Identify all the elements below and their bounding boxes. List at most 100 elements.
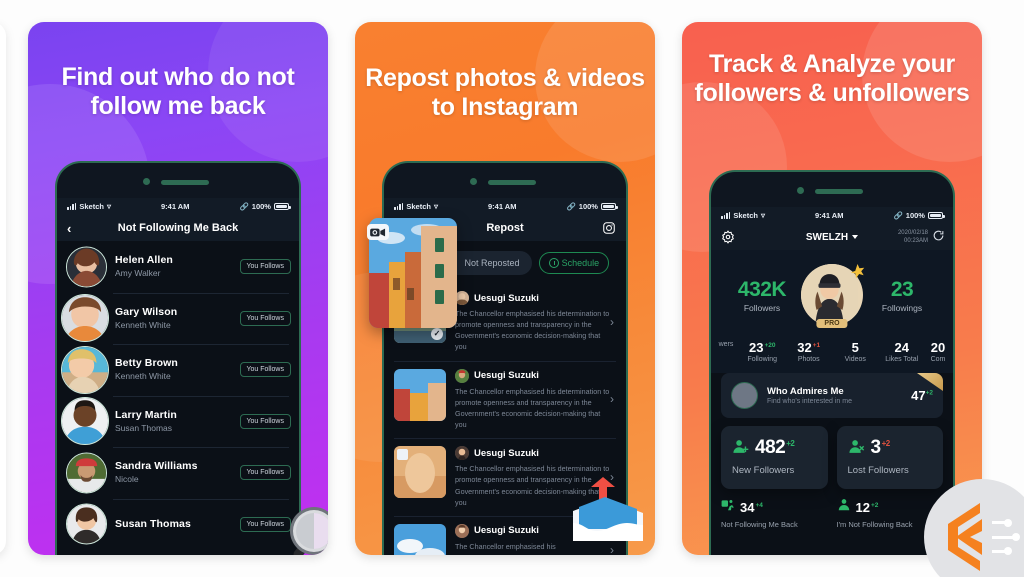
chevron-down-icon [852, 235, 859, 239]
mini-label: Likes Total [885, 356, 919, 363]
mini-label: Photos [797, 356, 820, 363]
user-name: Susan Thomas [115, 518, 191, 531]
list-item[interactable]: Sandra Williams Nicole You Follows [57, 447, 299, 499]
who-admires-me-card[interactable]: Who Admires Me Find who's interested in … [721, 373, 943, 418]
mini-stat[interactable]: 23+20 Following [739, 340, 786, 363]
card-top: 3+2 [848, 437, 933, 459]
followers-stat[interactable]: 432K Followers [725, 278, 799, 313]
new-followers-delta: +2 [786, 438, 795, 448]
phone-notch [57, 163, 299, 198]
user-list: Helen Allen Amy Walker You Follows Gary … [57, 241, 299, 555]
status-time: 9:41 AM [487, 202, 517, 211]
panel-repost: Repost photos & videos to Instagram Sket… [355, 22, 655, 555]
schedule-button[interactable]: Schedule [538, 252, 610, 274]
new-followers-label: New Followers [732, 465, 795, 476]
mini-value: 5 [851, 340, 859, 355]
mini-label: Videos [844, 356, 866, 363]
status-bar: Sketch ▿ 9:41 AM 🔗 100% [384, 198, 626, 215]
status-badge: You Follows [239, 362, 291, 378]
mini-stat[interactable]: 5 Videos [832, 340, 879, 363]
status-badge: You Follows [239, 413, 291, 429]
not-following-label: Not Following Me Back [721, 520, 798, 529]
battery-percent: 100% [905, 211, 925, 220]
reposted-check-icon: ✓ [431, 328, 443, 340]
speaker-bar-icon [815, 189, 863, 194]
post-thumbnail [394, 368, 446, 421]
instagram-icon[interactable] [602, 221, 616, 235]
battery-percent: 100% [251, 202, 271, 211]
avatar [731, 382, 758, 409]
post-text: The Chancellor emphasised his determinat… [455, 309, 610, 352]
chevron-right-icon[interactable]: › [610, 315, 614, 329]
signal-bars-icon [394, 203, 404, 210]
status-right: 🔗 100% [566, 202, 618, 211]
tab-not-reposted[interactable]: Not Reposted [455, 253, 530, 273]
phone-notch [711, 172, 953, 207]
big-card-grid: 482+2 New Followers 3+2 Lost Followers [711, 426, 953, 489]
mini-stats-row: wers 23+20 Following 32+1 Photos 5 Video… [711, 334, 953, 373]
list-item[interactable]: Uesugi Suzuki The Chancellor emphasised … [394, 360, 626, 439]
person-add-icon [732, 438, 749, 458]
list-item[interactable]: Susan Thomas You Follows [57, 498, 299, 551]
author-avatar [455, 291, 469, 305]
video-camera-icon [367, 224, 389, 240]
bluetooth-icon: 🔗 [566, 202, 576, 211]
wifi-icon: ▿ [760, 211, 765, 220]
camera-dot-icon [797, 187, 804, 194]
mini-stat[interactable]: 20 Com [925, 340, 951, 363]
author-name: Uesugi Suzuki [474, 525, 539, 537]
author-name: Uesugi Suzuki [474, 370, 539, 382]
post-author: Uesugi Suzuki [455, 291, 612, 305]
watermark-badge [924, 479, 1024, 577]
speaker-bar-icon [161, 180, 209, 185]
lost-followers-delta: +2 [881, 438, 891, 448]
mini-delta: +20 [764, 341, 776, 349]
not-following-value: 34+4 [740, 500, 763, 515]
back-chevron-left-icon[interactable]: ‹ [67, 222, 71, 235]
avatar [61, 345, 109, 394]
page-title: Repost [486, 222, 524, 234]
avatar-image [62, 295, 108, 342]
new-followers-card[interactable]: 482+2 New Followers [721, 426, 828, 489]
profile-avatar[interactable]: PRO [801, 264, 865, 328]
mini-stat: wers [713, 340, 739, 348]
author-avatar [455, 446, 469, 461]
user-handle: Kenneth White [115, 319, 171, 330]
list-item[interactable]: Helen Allen Amy Walker You Follows [57, 241, 299, 293]
status-time: 9:41 AM [160, 202, 190, 211]
not-following-me-back-card[interactable]: 34+4 Not Following Me Back [721, 498, 828, 530]
account-switcher[interactable]: SWELZH [806, 232, 859, 243]
list-item[interactable]: Larry Martin Susan Thomas You Follows [57, 395, 299, 448]
mini-label: Following [747, 356, 778, 363]
card-title: Who Admires Me [767, 386, 844, 397]
small-card-grid: 34+4 Not Following Me Back 12+2 I'm Not … [711, 489, 953, 530]
admires-count: 47+2 [911, 388, 933, 403]
status-left: Sketch ▿ [721, 211, 765, 220]
avatar [66, 246, 107, 288]
list-item[interactable]: Betty Brown Kenneth White You Follows [57, 344, 299, 396]
user-info: Susan Thomas [115, 517, 240, 531]
user-name: Helen Allen [115, 254, 173, 267]
avatar-image [67, 247, 106, 287]
list-item[interactable]: Gary Wilson Kenneth White You Follows [57, 292, 299, 345]
chevron-right-icon[interactable]: › [610, 392, 614, 406]
mini-stat[interactable]: 32+1 Photos [786, 340, 833, 363]
author-avatar [455, 523, 469, 538]
avatar [61, 397, 109, 446]
followers-label: Followers [743, 302, 781, 313]
user-info: Larry Martin Susan Thomas [115, 408, 240, 435]
carrier-label: Sketch [79, 202, 104, 211]
panel-partial-left [0, 22, 6, 555]
gear-icon[interactable] [721, 230, 735, 244]
screenshot-stage: Find out who do not follow me back Sketc… [0, 0, 1024, 577]
refresh-icon[interactable] [932, 229, 945, 245]
followings-stat[interactable]: 23 Followings [865, 278, 939, 313]
user-name: Gary Wilson [115, 305, 178, 318]
mini-stat[interactable]: 24 Likes Total [879, 340, 926, 363]
camera-dot-icon [470, 178, 477, 185]
status-left: Sketch ▿ [67, 202, 111, 211]
bluetooth-icon: 🔗 [239, 202, 249, 211]
battery-icon [927, 212, 945, 219]
avatar [66, 503, 107, 545]
wifi-icon: ▿ [433, 202, 438, 211]
